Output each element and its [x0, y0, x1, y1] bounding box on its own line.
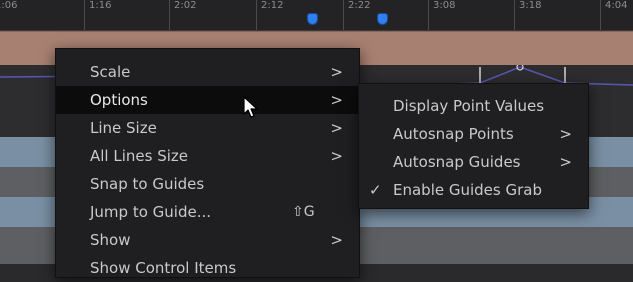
ruler-tick: 2:12 [256, 0, 283, 30]
menu-item-label: All Lines Size [90, 147, 188, 165]
context-menu: Scale > Options > Line Size > All Lines … [55, 48, 360, 278]
menu-item-label: Snap to Guides [90, 175, 205, 193]
menu-item-show[interactable]: Show > [56, 226, 359, 254]
menu-item-label: Options [90, 91, 148, 109]
submenu-item-autosnap-points[interactable]: Autosnap Points > [359, 120, 588, 148]
guide-marker[interactable] [378, 14, 387, 24]
mouse-pointer-icon [243, 96, 258, 118]
shortcut-label: ⇧G [292, 204, 315, 220]
ruler-tick-label: 1:16 [89, 0, 112, 11]
menu-item-label: Enable Guides Grab [393, 181, 542, 199]
ruler-tick-label: 3:18 [519, 0, 542, 11]
menu-item-label: Autosnap Points [393, 125, 514, 143]
menu-item-label: Line Size [90, 119, 157, 137]
ruler-tick: 1:16 [84, 0, 111, 30]
chevron-right-icon: > [330, 91, 343, 109]
submenu-item-display-point-values[interactable]: Display Point Values [359, 92, 588, 120]
submenu-item-autosnap-guides[interactable]: Autosnap Guides > [359, 148, 588, 176]
menu-item-options[interactable]: Options > [56, 86, 359, 114]
ruler-tick-label: 3:08 [433, 0, 456, 11]
menu-item-show-control-items[interactable]: Show Control Items [56, 254, 359, 282]
ruler-tick-label: 2:02 [174, 0, 197, 11]
menu-item-jump-to-guide[interactable]: Jump to Guide... ⇧G [56, 198, 359, 226]
ruler-tick: 3:18 [514, 0, 541, 30]
chevron-right-icon: > [559, 125, 572, 143]
chevron-right-icon: > [330, 147, 343, 165]
chevron-right-icon: > [330, 231, 343, 249]
menu-item-label: Show [90, 231, 131, 249]
guide-marker[interactable] [308, 14, 317, 24]
menu-item-label: Jump to Guide... [90, 203, 212, 221]
ruler-tick: 4:04 [600, 0, 627, 30]
checkmark-icon: ✓ [369, 181, 382, 199]
chevron-right-icon: > [559, 153, 572, 171]
options-submenu: Display Point Values Autosnap Points > A… [358, 83, 589, 209]
menu-item-scale[interactable]: Scale > [56, 58, 359, 86]
menu-item-label: Display Point Values [393, 97, 545, 115]
ruler-tick-label: 1:06 [0, 0, 18, 11]
menu-item-snap-to-guides[interactable]: Snap to Guides [56, 170, 359, 198]
timeline-ruler[interactable]: 1:06 1:16 2:02 2:12 2:22 3:08 3:18 4:04 [0, 0, 633, 31]
submenu-item-enable-guides-grab[interactable]: ✓ Enable Guides Grab [359, 176, 588, 204]
ruler-tick-label: 4:04 [605, 0, 628, 11]
ruler-tick: 2:22 [343, 0, 370, 30]
chevron-right-icon: > [330, 119, 343, 137]
ruler-tick: 2:02 [169, 0, 196, 30]
ruler-tick-label: 2:12 [261, 0, 284, 11]
chevron-right-icon: > [330, 63, 343, 81]
ruler-tick: 3:08 [428, 0, 455, 30]
ruler-tick-label: 2:22 [348, 0, 371, 11]
menu-item-label: Show Control Items [90, 259, 237, 277]
menu-item-all-lines-size[interactable]: All Lines Size > [56, 142, 359, 170]
menu-item-line-size[interactable]: Line Size > [56, 114, 359, 142]
menu-item-label: Autosnap Guides [393, 153, 521, 171]
menu-item-label: Scale [90, 63, 131, 81]
